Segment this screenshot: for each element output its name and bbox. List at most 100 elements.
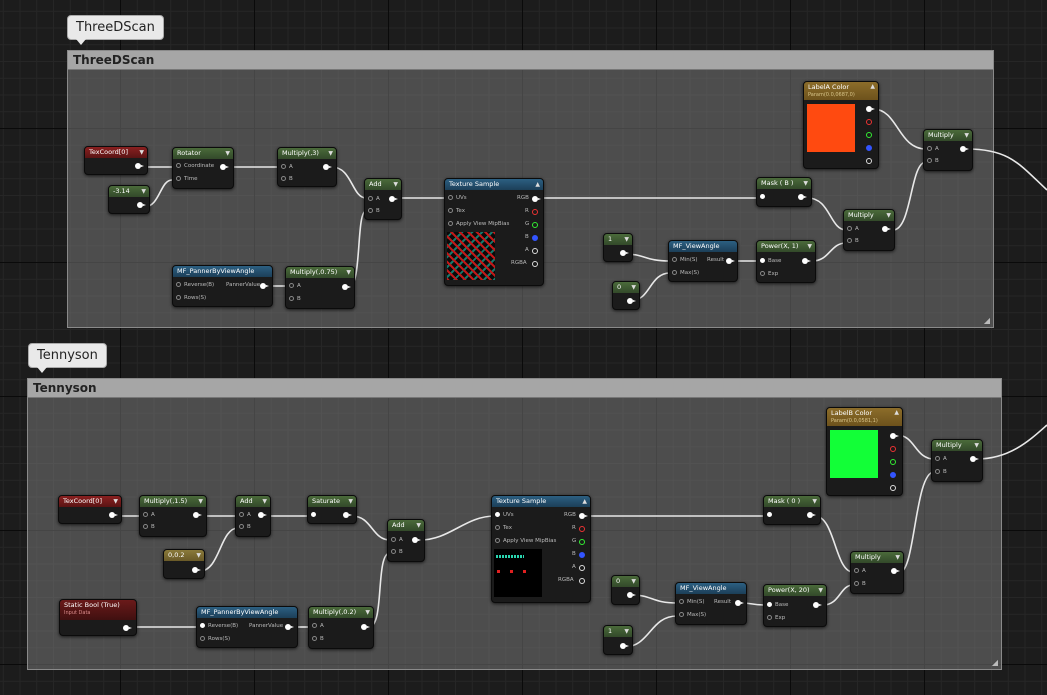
collapse-arrow-icon[interactable]: ▼ bbox=[974, 440, 979, 451]
output-pin-a[interactable]: A bbox=[572, 564, 576, 570]
input-pin-a[interactable]: A bbox=[312, 623, 324, 629]
output-pin-icon[interactable] bbox=[109, 512, 118, 518]
input-pin-a[interactable]: A bbox=[289, 283, 301, 289]
collapse-arrow-icon[interactable]: ▼ bbox=[393, 179, 398, 190]
add-1-node[interactable]: Add ▼ A B bbox=[235, 495, 271, 537]
input-pin-a[interactable]: A bbox=[927, 146, 939, 152]
output-pin-r[interactable]: R bbox=[572, 525, 576, 531]
a-channel-pin-icon[interactable] bbox=[890, 485, 896, 491]
a-channel-pin-icon[interactable] bbox=[579, 565, 585, 571]
input-pin-coordinate[interactable]: Coordinate bbox=[176, 163, 214, 169]
input-pin-b[interactable]: B bbox=[368, 208, 380, 214]
output-pin-icon[interactable] bbox=[726, 258, 735, 264]
constant-0-node[interactable]: 0 ▼ bbox=[611, 575, 640, 605]
input-pin-b[interactable]: B bbox=[935, 469, 947, 475]
output-pin-result[interactable]: Result bbox=[707, 257, 724, 263]
input-pin-a[interactable]: A bbox=[239, 512, 251, 518]
collapse-arrow-icon[interactable]: ▼ bbox=[113, 496, 118, 507]
input-pin-a[interactable]: A bbox=[143, 512, 155, 518]
multiply-02-node[interactable]: Multiply(,0.2) ▼ A B bbox=[308, 606, 374, 649]
output-pin-g[interactable]: G bbox=[572, 538, 576, 544]
view-angle-node[interactable]: MF_ViewAngle Min(S) Max(S) Result bbox=[668, 240, 738, 282]
input-pin-max[interactable]: Max(S) bbox=[679, 612, 706, 618]
texture-sample-node[interactable]: Texture Sample ▲ UVs Tex Apply View MipBi… bbox=[444, 178, 544, 286]
output-pin-icon[interactable] bbox=[802, 258, 811, 264]
collapse-arrow-icon[interactable]: ▼ bbox=[196, 550, 201, 561]
output-pin-icon[interactable] bbox=[798, 194, 807, 200]
output-pin-icon[interactable] bbox=[285, 624, 294, 630]
collapse-arrow-icon[interactable]: ▼ bbox=[348, 496, 353, 507]
input-pin-uvs[interactable]: UVs bbox=[495, 512, 514, 518]
collapse-arrow-icon[interactable]: ▼ bbox=[631, 576, 636, 587]
constant-0-node[interactable]: 0 ▼ bbox=[612, 281, 640, 310]
output-pin-b[interactable]: B bbox=[525, 234, 529, 240]
output-pin-rgba[interactable]: RGBA bbox=[558, 577, 574, 583]
multiply-15-node[interactable]: Multiply(,1.5) ▼ A B bbox=[139, 495, 207, 537]
collapse-arrow-icon[interactable]: ▼ bbox=[818, 585, 823, 596]
collapse-arrow-icon[interactable]: ▼ bbox=[624, 234, 629, 245]
add-2-node[interactable]: Add ▼ A B bbox=[387, 519, 425, 562]
input-pin-reverse[interactable]: Reverse(B) bbox=[200, 623, 238, 629]
texture-sample-node[interactable]: Texture Sample ▲ UVs Tex Apply View MipBi… bbox=[491, 495, 591, 603]
collapse-arrow-icon[interactable]: ▼ bbox=[198, 496, 203, 507]
collapse-arrow-icon[interactable]: ▲ bbox=[535, 179, 540, 190]
collapse-arrow-icon[interactable]: ▼ bbox=[624, 626, 629, 637]
input-pin-rows[interactable]: Rows(S) bbox=[200, 636, 230, 642]
input-pin-mipbias[interactable]: Apply View MipBias bbox=[448, 221, 509, 227]
input-pin-tex[interactable]: Tex bbox=[495, 525, 512, 531]
input-pin-min[interactable]: Min(S) bbox=[672, 257, 698, 263]
multiply-b-node[interactable]: Multiply ▼ A B bbox=[843, 209, 895, 251]
output-pin-icon[interactable] bbox=[343, 512, 352, 518]
input-pin-base[interactable]: Base bbox=[760, 258, 781, 264]
output-pin-icon[interactable] bbox=[890, 433, 899, 439]
input-pin-b[interactable]: B bbox=[281, 176, 293, 182]
output-pin-icon[interactable] bbox=[891, 568, 900, 574]
constant-1-node[interactable]: 1 ▼ bbox=[603, 233, 633, 262]
r-channel-pin-icon[interactable] bbox=[890, 446, 896, 452]
constant-neg-node[interactable]: -3.14 ▼ bbox=[108, 185, 150, 214]
input-pin-b[interactable]: B bbox=[289, 296, 301, 302]
multiply-b-node[interactable]: Multiply ▼ A B bbox=[850, 551, 904, 594]
collapse-arrow-icon[interactable]: ▲ bbox=[894, 408, 899, 418]
input-pin-b[interactable]: B bbox=[927, 158, 939, 164]
r-channel-pin-icon[interactable] bbox=[866, 119, 872, 125]
collapse-arrow-icon[interactable]: ▼ bbox=[812, 496, 817, 507]
output-pin-rgb[interactable]: RGB bbox=[517, 195, 529, 201]
output-pin-icon[interactable] bbox=[135, 163, 144, 169]
input-pin-b[interactable]: B bbox=[847, 238, 859, 244]
static-bool-node[interactable]: Static Bool (True) Input Data bbox=[59, 599, 137, 636]
input-pin-reverse[interactable]: Reverse(B) bbox=[176, 282, 214, 288]
collapse-arrow-icon[interactable]: ▼ bbox=[365, 607, 370, 618]
resize-handle-icon[interactable]: ◢ bbox=[992, 658, 998, 667]
input-pin-a[interactable]: A bbox=[935, 456, 947, 462]
input-pin-max[interactable]: Max(S) bbox=[672, 270, 699, 276]
input-pin-base[interactable]: Base bbox=[767, 602, 788, 608]
rotator-node[interactable]: Rotator ▼ Coordinate Time bbox=[172, 147, 234, 189]
rgba-pin-icon[interactable] bbox=[532, 261, 538, 267]
b-channel-pin-icon[interactable] bbox=[866, 145, 872, 151]
input-pin-b[interactable]: B bbox=[312, 636, 324, 642]
mask-b-node[interactable]: Mask ( B ) ▼ bbox=[756, 177, 812, 207]
texcoord-node[interactable]: TexCoord[0] ▼ bbox=[84, 146, 148, 175]
r-channel-pin-icon[interactable] bbox=[532, 209, 538, 215]
b-channel-pin-icon[interactable] bbox=[532, 235, 538, 241]
collapse-arrow-icon[interactable]: ▼ bbox=[416, 520, 421, 531]
output-pin-icon[interactable] bbox=[137, 202, 146, 208]
add-node[interactable]: Add ▼ A B bbox=[364, 178, 402, 220]
output-pin-icon[interactable] bbox=[123, 625, 132, 631]
output-pin-icon[interactable] bbox=[342, 284, 351, 290]
panner-node[interactable]: MF_PannerByViewAngle Reverse(B) Rows(S) … bbox=[172, 265, 273, 307]
collapse-arrow-icon[interactable]: ▼ bbox=[141, 186, 146, 197]
comment-title[interactable]: Tennyson bbox=[28, 379, 1001, 398]
output-pin-rgb[interactable]: RGB bbox=[564, 512, 576, 518]
collapse-arrow-icon[interactable]: ▼ bbox=[631, 282, 636, 293]
input-pin-icon[interactable] bbox=[311, 512, 316, 517]
input-pin-a[interactable]: A bbox=[281, 164, 293, 170]
input-pin-b[interactable]: B bbox=[391, 549, 403, 555]
constant-vector-node[interactable]: 0,0.2 ▼ bbox=[163, 549, 205, 579]
input-pin-uvs[interactable]: UVs bbox=[448, 195, 467, 201]
output-pin-icon[interactable] bbox=[412, 537, 421, 543]
g-channel-pin-icon[interactable] bbox=[866, 132, 872, 138]
output-pin-icon[interactable] bbox=[960, 146, 969, 152]
input-pin-icon[interactable] bbox=[767, 512, 772, 517]
